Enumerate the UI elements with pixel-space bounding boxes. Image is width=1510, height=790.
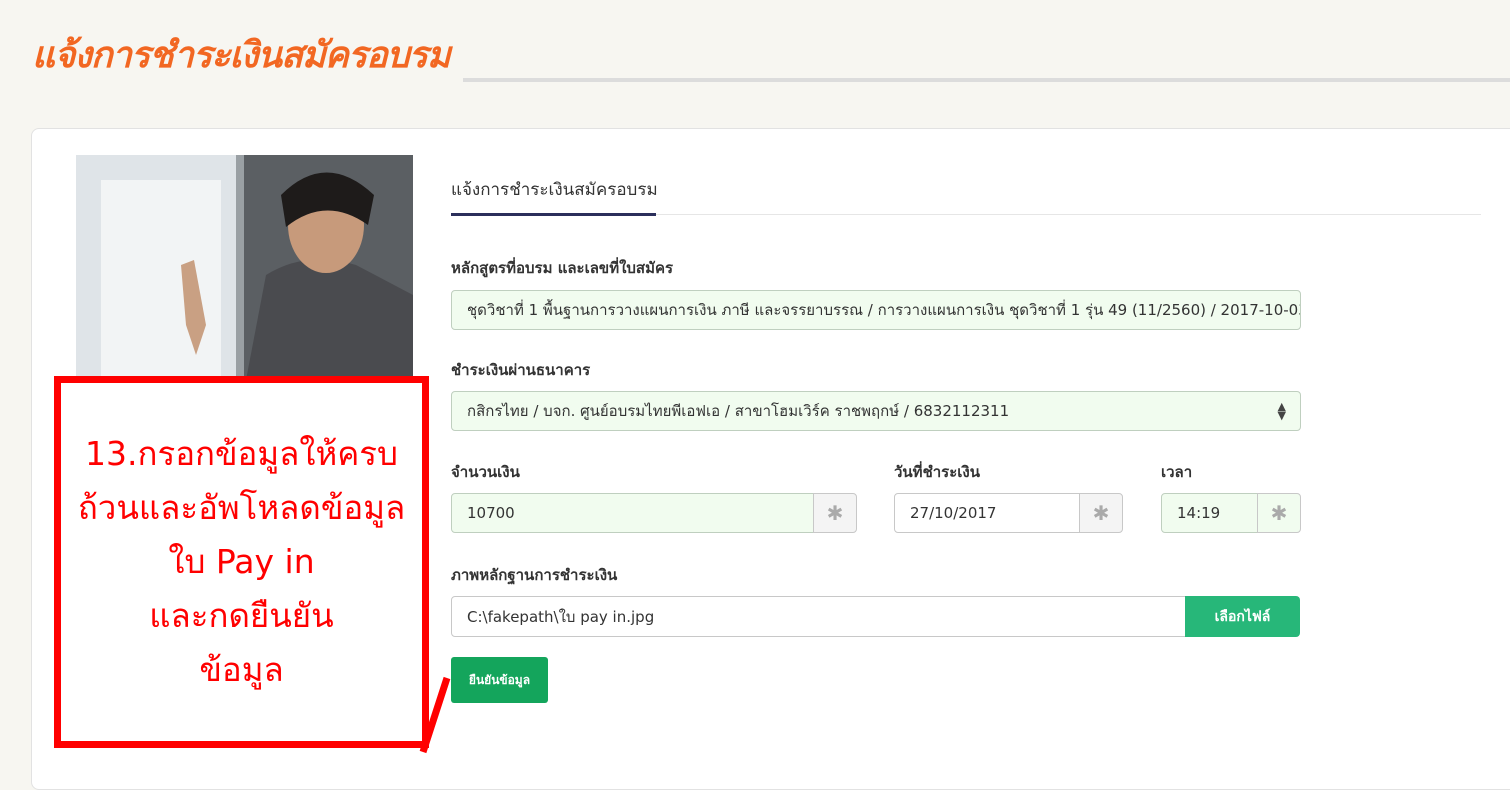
file-path-value: C:\fakepath\ใบ pay in.jpg — [467, 607, 655, 626]
required-asterisk-icon: ✱ — [1257, 493, 1301, 533]
annotation-line: 13.กรอกข้อมูลให้ครบ — [85, 434, 398, 473]
active-tab-indicator — [451, 213, 656, 216]
amount-value: 10700 — [467, 504, 515, 522]
date-input[interactable]: 27/10/2017 — [894, 493, 1080, 533]
time-label: เวลา — [1161, 463, 1193, 481]
time-value: 14:19 — [1177, 504, 1221, 522]
amount-input[interactable]: 10700 — [451, 493, 814, 533]
amount-label: จำนวนเงิน — [451, 463, 520, 481]
bank-label: ชำระเงินผ่านธนาคาร — [451, 361, 591, 379]
course-value: ชุดวิชาที่ 1 พื้นฐานการวางแผนการเงิน ภาษ… — [467, 301, 1301, 319]
annotation-line: ข้อมูล — [199, 650, 284, 689]
annotation-line: และกดยืนยัน — [149, 596, 334, 635]
course-label: หลักสูตรที่อบรม และเลขที่ใบสมัคร — [451, 259, 674, 277]
file-path-input[interactable]: C:\fakepath\ใบ pay in.jpg — [451, 596, 1186, 637]
annotation-line: ถ้วนและอัพโหลดข้อมูล — [77, 488, 406, 527]
tab-payment-notification[interactable]: แจ้งการชำระเงินสมัครอบรม — [451, 176, 658, 217]
date-value: 27/10/2017 — [910, 504, 997, 522]
evidence-label: ภาพหลักฐานการชำระเงิน — [451, 566, 618, 584]
select-arrows-icon: ▲ ▼ — [1277, 400, 1286, 422]
annotation-callout: 13.กรอกข้อมูลให้ครบ ถ้วนและอัพโหลดข้อมูล… — [54, 376, 429, 748]
bank-select[interactable]: กสิกรไทย / บจก. ศูนย์อบรมไทยพีเอฟเอ / สา… — [451, 391, 1301, 431]
required-asterisk-icon: ✱ — [813, 493, 857, 533]
page-title: แจ้งการชำระเงินสมัครอบรม — [32, 35, 451, 76]
tab-divider — [656, 214, 1481, 215]
date-label: วันที่ชำระเงิน — [894, 463, 980, 481]
annotation-line: ใบ Pay in — [168, 542, 315, 581]
annotation-pointer — [419, 676, 451, 754]
title-divider — [463, 78, 1510, 82]
time-input[interactable]: 14:19 — [1161, 493, 1258, 533]
bank-value: กสิกรไทย / บจก. ศูนย์อบรมไทยพีเอฟเอ / สา… — [467, 402, 1010, 420]
confirm-button[interactable]: ยืนยันข้อมูล — [451, 657, 548, 703]
required-asterisk-icon: ✱ — [1079, 493, 1123, 533]
course-select[interactable]: ชุดวิชาที่ 1 พื้นฐานการวางแผนการเงิน ภาษ… — [451, 290, 1301, 330]
choose-file-button[interactable]: เลือกไฟล์ — [1185, 596, 1300, 637]
hero-photo — [76, 155, 413, 380]
